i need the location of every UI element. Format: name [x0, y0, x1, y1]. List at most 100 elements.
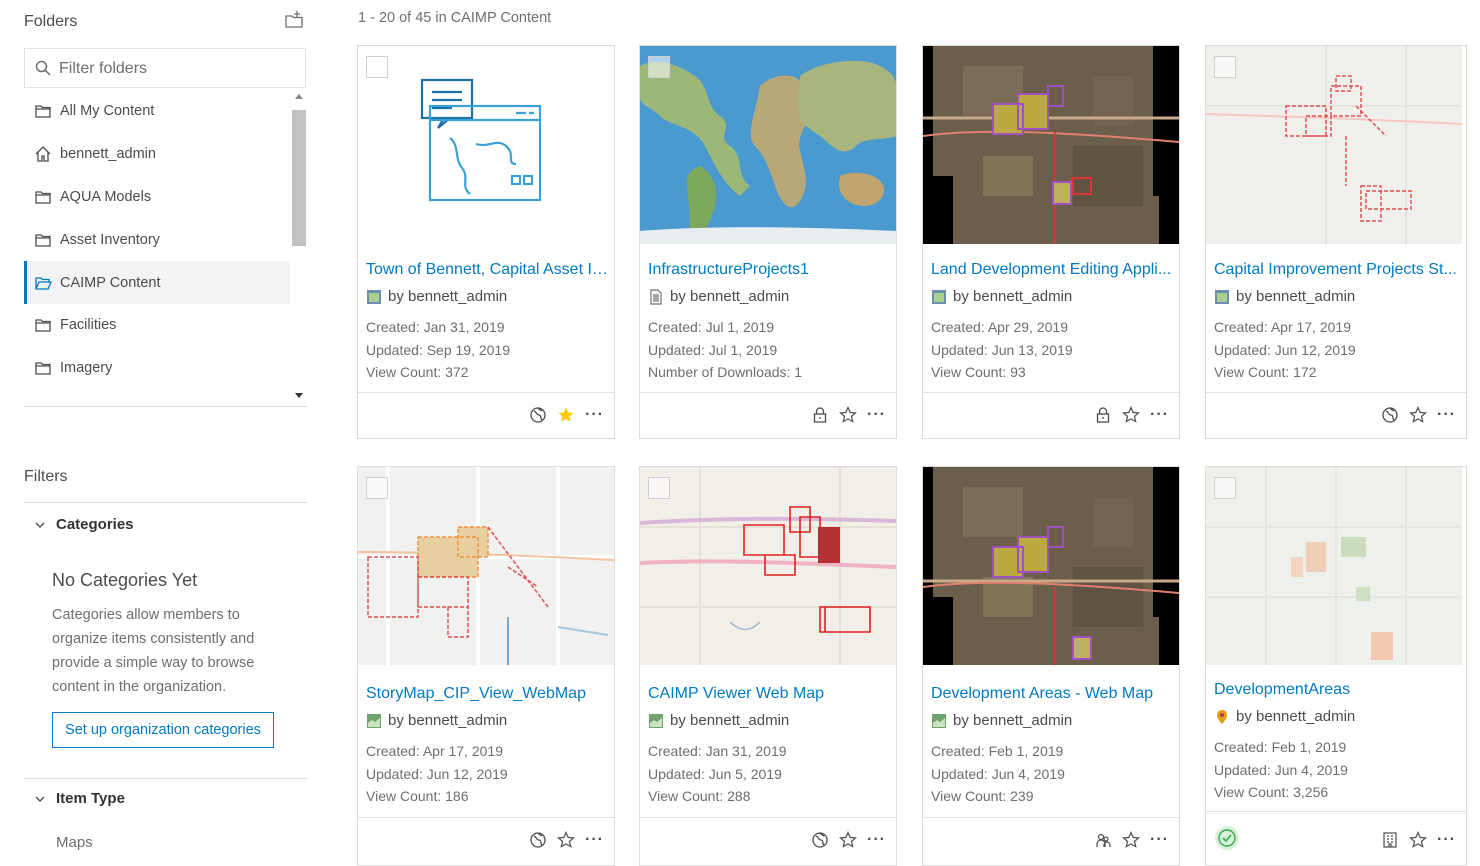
owner-label: by bennett_admin — [388, 288, 508, 305]
select-checkbox[interactable] — [1214, 477, 1236, 499]
item-card[interactable]: Land Development Editing Appli... by ben… — [922, 45, 1180, 439]
folder-item-bennett-admin[interactable]: bennett_admin — [24, 133, 290, 176]
owner-label: by bennett_admin — [1236, 708, 1356, 725]
more-options-icon[interactable]: ··· — [1437, 407, 1456, 423]
globe-icon[interactable] — [529, 406, 547, 424]
folder-item-partial[interactable] — [24, 390, 290, 406]
item-thumbnail[interactable] — [358, 46, 614, 244]
item-card[interactable]: StoryMap_CIP_View_WebMap by bennett_admi… — [357, 466, 615, 866]
item-type-maps[interactable]: Maps — [56, 834, 93, 851]
folder-label: AQUA Models — [60, 188, 152, 205]
globe-icon[interactable] — [1381, 406, 1399, 424]
folder-item-caimp-content[interactable]: CAIMP Content — [24, 261, 290, 304]
new-folder-icon[interactable] — [284, 10, 304, 30]
scroll-down-arrow[interactable] — [295, 393, 303, 398]
item-title[interactable]: Land Development Editing Appli... — [931, 261, 1175, 279]
favorite-star-icon[interactable] — [1409, 831, 1427, 849]
card-actions: ··· — [529, 829, 604, 851]
favorite-star-icon[interactable] — [1122, 831, 1140, 849]
item-meta: Created: Feb 1, 2019 Updated: Jun 4, 201… — [1214, 736, 1348, 804]
organization-icon[interactable] — [1381, 831, 1399, 849]
item-type-toggle[interactable]: Item Type — [34, 790, 125, 807]
item-thumbnail[interactable] — [358, 467, 614, 665]
created-date: Created: Jan 31, 2019 — [366, 319, 505, 335]
updated-date: Updated: Jun 4, 2019 — [931, 765, 1065, 782]
favorite-star-icon[interactable] — [557, 406, 575, 424]
item-thumbnail[interactable] — [923, 467, 1179, 665]
folder-item-all-my-content[interactable]: All My Content — [24, 90, 290, 133]
item-thumbnail[interactable] — [640, 46, 896, 244]
select-checkbox[interactable] — [366, 477, 388, 499]
item-title[interactable]: Capital Improvement Projects St... — [1214, 261, 1458, 279]
favorite-star-icon[interactable] — [1409, 406, 1427, 424]
item-meta: Created: Jan 31, 2019 Updated: Jun 5, 20… — [648, 740, 787, 808]
item-title[interactable]: Town of Bennett, Capital Asset In... — [366, 261, 610, 279]
more-options-icon[interactable]: ··· — [585, 407, 604, 423]
item-thumbnail[interactable] — [923, 46, 1179, 244]
item-card[interactable]: InfrastructureProjects1 by bennett_admin… — [639, 45, 897, 439]
select-checkbox[interactable] — [1214, 56, 1236, 78]
more-options-icon[interactable]: ··· — [1150, 407, 1169, 423]
divider — [1206, 811, 1466, 812]
lock-icon[interactable] — [811, 406, 829, 424]
card-actions: ··· — [1381, 829, 1456, 851]
item-meta: Created: Apr 17, 2019 Updated: Jun 12, 2… — [366, 740, 508, 808]
folder-item-asset-inventory[interactable]: Asset Inventory — [24, 218, 290, 261]
folder-item-imagery[interactable]: Imagery — [24, 347, 290, 390]
item-title[interactable]: StoryMap_CIP_View_WebMap — [366, 685, 610, 703]
result-count: 1 - 20 of 45 in CAIMP Content — [358, 10, 552, 26]
updated-date: Updated: Jun 4, 2019 — [1214, 761, 1348, 778]
more-options-icon[interactable]: ··· — [1437, 832, 1456, 848]
folder-label: Asset Inventory — [60, 231, 160, 248]
item-card[interactable]: Town of Bennett, Capital Asset In... by … — [357, 45, 615, 439]
select-checkbox[interactable] — [366, 56, 388, 78]
download-count: Number of Downloads: 1 — [648, 364, 803, 380]
favorite-star-icon[interactable] — [839, 831, 857, 849]
more-options-icon[interactable]: ··· — [585, 832, 604, 848]
street-map-image — [358, 467, 614, 665]
light-map-image — [1206, 46, 1462, 244]
scroll-up-arrow[interactable] — [295, 94, 303, 99]
item-title[interactable]: Development Areas - Web Map — [931, 685, 1175, 703]
more-options-icon[interactable]: ··· — [1150, 832, 1169, 848]
favorite-star-icon[interactable] — [557, 831, 575, 849]
item-meta: Created: Jan 31, 2019 Updated: Sep 19, 2… — [366, 316, 510, 384]
folder-item-aqua-models[interactable]: AQUA Models — [24, 176, 290, 219]
item-card[interactable]: DevelopmentAreas by bennett_admin Create… — [1205, 466, 1467, 866]
globe-icon[interactable] — [529, 831, 547, 849]
group-icon[interactable] — [1094, 831, 1112, 849]
more-options-icon[interactable]: ··· — [867, 407, 886, 423]
folder-icon — [34, 402, 52, 406]
select-checkbox[interactable] — [648, 56, 670, 78]
item-thumbnail[interactable] — [1206, 467, 1462, 665]
more-options-icon[interactable]: ··· — [867, 832, 886, 848]
item-card[interactable]: CAIMP Viewer Web Map by bennett_admin Cr… — [639, 466, 897, 866]
select-checkbox[interactable] — [648, 477, 670, 499]
search-icon — [35, 60, 51, 76]
filter-folders-input[interactable] — [57, 57, 291, 81]
item-type-heading: Item Type — [56, 790, 125, 807]
item-title[interactable]: InfrastructureProjects1 — [648, 261, 892, 279]
item-title[interactable]: DevelopmentAreas — [1214, 681, 1458, 699]
folder-item-facilities[interactable]: Facilities — [24, 304, 290, 347]
item-meta: Created: Apr 17, 2019 Updated: Jun 12, 2… — [1214, 316, 1356, 384]
divider — [640, 392, 896, 393]
item-title[interactable]: CAIMP Viewer Web Map — [648, 685, 892, 703]
globe-icon[interactable] — [811, 831, 829, 849]
favorite-star-icon[interactable] — [1122, 406, 1140, 424]
folder-scrollbar[interactable] — [292, 90, 306, 402]
scroll-thumb[interactable] — [292, 110, 306, 246]
updated-date: Updated: Jun 5, 2019 — [648, 765, 782, 782]
item-thumbnail[interactable] — [640, 467, 896, 665]
item-card[interactable]: Capital Improvement Projects St... by be… — [1205, 45, 1467, 439]
imagery-map-image — [923, 46, 1179, 244]
folder-icon — [34, 188, 52, 206]
folder-label: bennett_admin — [60, 146, 156, 163]
lock-icon[interactable] — [1094, 406, 1112, 424]
item-card[interactable]: Development Areas - Web Map by bennett_a… — [922, 466, 1180, 866]
categories-toggle[interactable]: Categories — [34, 516, 134, 533]
favorite-star-icon[interactable] — [839, 406, 857, 424]
setup-categories-button[interactable]: Set up organization categories — [52, 712, 274, 748]
item-thumbnail[interactable] — [1206, 46, 1462, 244]
chevron-down-icon — [35, 796, 45, 802]
